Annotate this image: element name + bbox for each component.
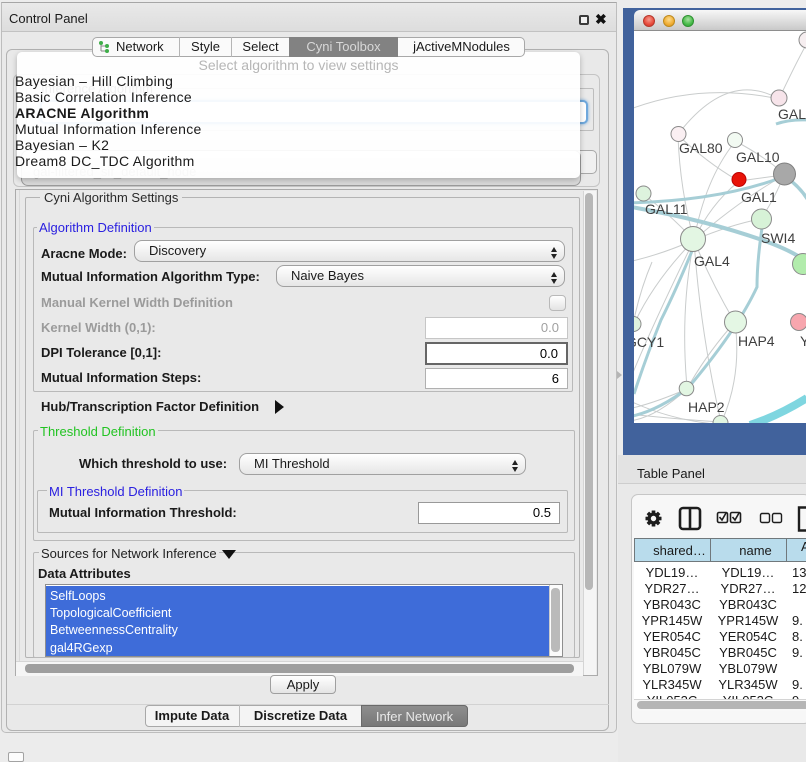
- svg-text:GAL10: GAL10: [736, 149, 780, 165]
- svg-text:HAP4: HAP4: [738, 333, 775, 349]
- svg-text:GAL7: GAL7: [778, 106, 806, 122]
- svg-text:GCY1: GCY1: [634, 334, 664, 350]
- svg-text:Y: Y: [800, 333, 806, 349]
- svg-text:GAL1: GAL1: [741, 189, 777, 205]
- svg-text:SWI4: SWI4: [761, 230, 795, 246]
- svg-text:GAL11: GAL11: [645, 201, 688, 217]
- svg-text:GAL80: GAL80: [679, 140, 723, 156]
- svg-text:GAL4: GAL4: [694, 253, 730, 269]
- svg-text:HAP2: HAP2: [688, 399, 725, 415]
